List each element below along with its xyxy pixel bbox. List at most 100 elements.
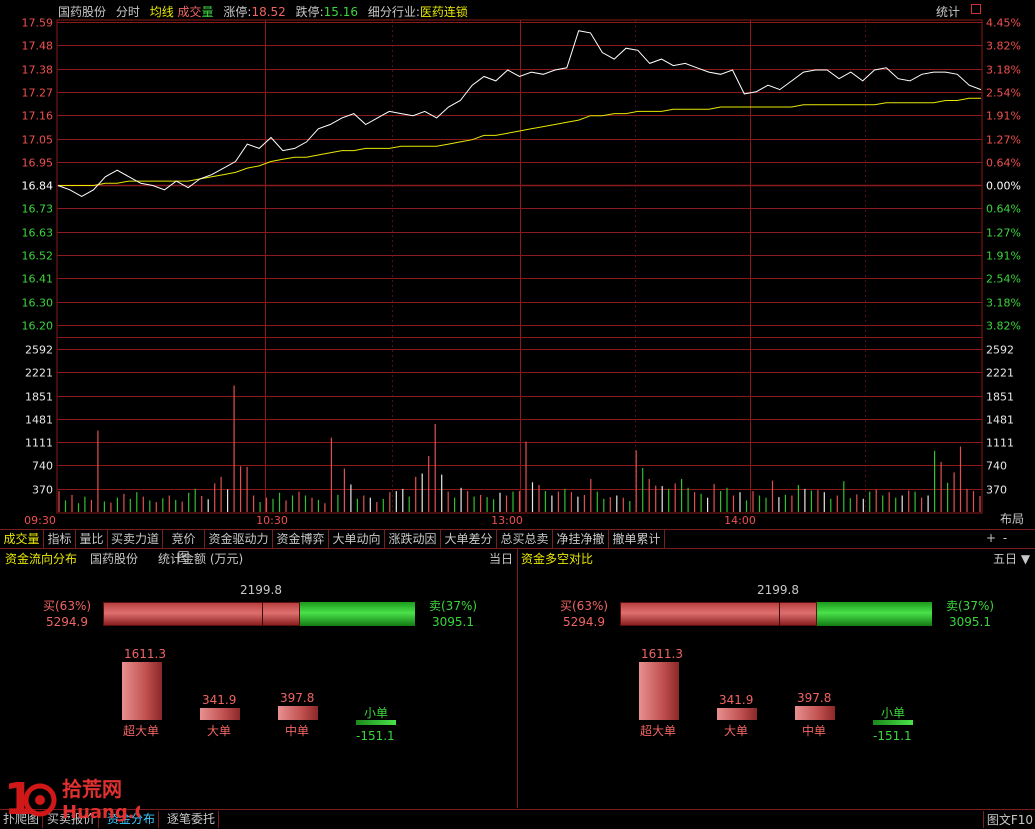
- price-tick-label: 16.20: [22, 320, 54, 333]
- fund-bar-2: [278, 706, 318, 720]
- mode-label[interactable]: 分时: [116, 5, 140, 19]
- volume-tick-label: 1111: [25, 437, 53, 450]
- buy-label: 买(63%): [43, 599, 92, 613]
- fund-bar-label: 中单: [285, 724, 310, 738]
- pct-tick-label: 1.91%: [986, 110, 1021, 123]
- tab-7[interactable]: 大单动向: [329, 530, 385, 548]
- fund-bar-label: 小单: [881, 706, 906, 720]
- tab-2[interactable]: 量比: [76, 530, 108, 548]
- bar-divider: [779, 602, 780, 626]
- fund-bar-value: 341.9: [202, 693, 237, 707]
- sell-bar: [300, 602, 415, 626]
- fund-bar-2: [795, 706, 835, 720]
- pct-tick-label: 2.54%: [986, 273, 1021, 286]
- volume-tick-label: 2221: [986, 367, 1014, 380]
- sell-value: 3095.1: [949, 615, 991, 629]
- panel-title[interactable]: 资金流向分布: [5, 550, 77, 567]
- zoom-buttons: + -: [984, 529, 1012, 547]
- fund-bar-value: 397.8: [797, 691, 832, 705]
- avg-price-line: [58, 97, 981, 186]
- fund-bar-value: -151.1: [873, 729, 912, 743]
- tab-12[interactable]: 撤单累计: [609, 530, 665, 548]
- price-tick-label: 17.38: [22, 64, 54, 77]
- tab-9[interactable]: 大单差分: [441, 530, 497, 548]
- fund-bar-0: [639, 662, 679, 720]
- tab-6[interactable]: 资金博弈: [273, 530, 329, 548]
- buy-value: 5294.9: [46, 615, 88, 629]
- time-tick-label: 13:00: [491, 514, 523, 527]
- chart-header: 国药股份 分时 均线 成交量 涨停:18.52 跌停:15.16 细分行业:医药…: [58, 3, 474, 19]
- panel-unit: 统计金额 (万元): [158, 552, 244, 566]
- tab-3[interactable]: 买卖力道: [108, 530, 163, 548]
- volume-tick-label: 1111: [986, 437, 1014, 450]
- panel-title[interactable]: 资金多空对比: [521, 550, 593, 567]
- fund-bar-value: 341.9: [719, 693, 754, 707]
- zoom-out-button[interactable]: -: [998, 529, 1012, 547]
- pct-tick-label: 4.45%: [986, 17, 1021, 30]
- price-tick-label: 17.48: [22, 40, 54, 53]
- volume-tick-label: 740: [986, 460, 1007, 473]
- limit-down-value: 15.16: [323, 5, 359, 19]
- period-five-day: 五日: [993, 552, 1018, 566]
- buy-bar: [620, 602, 817, 626]
- price-tick-label: 16.63: [22, 227, 54, 240]
- volume-tick-label: 370: [986, 484, 1007, 497]
- net-value: 2199.8: [240, 583, 282, 597]
- period-today[interactable]: 当日: [489, 550, 513, 567]
- time-tick-label: 09:30: [24, 514, 56, 527]
- tab-8[interactable]: 涨跌动因: [385, 530, 441, 548]
- fund-bar-label: 大单: [724, 724, 749, 738]
- volume-tick-label: 2592: [986, 344, 1014, 357]
- tab-5[interactable]: 资金驱动力: [205, 530, 273, 548]
- industry-label: 细分行业:: [367, 5, 420, 19]
- period-select[interactable]: 五日 ▼: [993, 550, 1030, 567]
- price-tick-label: 16.52: [22, 250, 54, 263]
- fund-compare-panel: 资金多空对比 五日 ▼ 买(63%) 5294.9 卖(37%) 3095.1 2199…: [517, 548, 1035, 808]
- stats-button[interactable]: 统计: [936, 3, 960, 20]
- sell-value: 3095.1: [432, 615, 474, 629]
- tab-10[interactable]: 总买总卖: [497, 530, 553, 548]
- zoom-in-button[interactable]: +: [984, 529, 998, 547]
- svg-text:1: 1: [4, 774, 35, 822]
- bottom-tab-3[interactable]: 逐笔委托: [164, 811, 220, 828]
- tab-0[interactable]: 成交量: [0, 530, 44, 548]
- fund-bar-label: 超大单: [640, 724, 677, 738]
- tab-1[interactable]: 指标: [44, 530, 76, 548]
- panel-stock: 国药股份: [90, 552, 139, 566]
- volume-tick-label: 740: [32, 460, 53, 473]
- chart-mode-button[interactable]: 图文F10: [982, 811, 1033, 828]
- bottom-tab-bar: 图文F10 扑爬图 买卖报价 资金分布 逐笔委托: [0, 809, 1035, 829]
- fund-bar-value: -151.1: [356, 729, 395, 743]
- fund-bar-value: 1611.3: [124, 647, 166, 661]
- pct-tick-label: 3.18%: [986, 64, 1021, 77]
- window-box-icon[interactable]: [971, 4, 981, 14]
- limit-up-label: 涨停:: [223, 5, 252, 19]
- sell-bar: [817, 602, 932, 626]
- chart-area[interactable]: 17.59 4.45% 17.48 3.82% 17.38 3.18% 17.27 2.54%…: [0, 0, 1035, 528]
- fund-bar-value: 1611.3: [641, 647, 683, 661]
- time-tick-label: 14:00: [724, 514, 756, 527]
- price-tick-label: 16.84: [22, 180, 54, 193]
- buy-value: 5294.9: [563, 615, 605, 629]
- fund-bar-label: 超大单: [123, 724, 160, 738]
- price-tick-label: 16.30: [22, 297, 54, 310]
- limit-up-value: 18.52: [251, 5, 286, 19]
- limit-down-label: 跌停:: [295, 5, 324, 19]
- pct-tick-label: 0.64%: [986, 157, 1021, 170]
- price-tick-label: 16.73: [22, 203, 54, 216]
- chevron-down-icon: ▼: [1020, 552, 1031, 566]
- volume-tick-label: 1851: [25, 391, 53, 404]
- tab-4[interactable]: 竞价图: [163, 530, 205, 564]
- buy-label: 买(63%): [560, 599, 609, 613]
- indicator-tab-bar: 成交量 指标 量比 买卖力道 竞价图 资金驱动力 资金博弈 大单动向 涨跌动因 大单差分 总买总卖净…: [0, 529, 1035, 564]
- layout-button[interactable]: 布局: [990, 511, 1034, 528]
- stock-name: 国药股份: [58, 5, 107, 19]
- sell-label: 卖(37%): [429, 599, 478, 613]
- tab-11[interactable]: 净挂净撤: [553, 530, 609, 548]
- fund-bar-0: [122, 662, 162, 720]
- pct-tick-label: 1.91%: [986, 250, 1021, 263]
- industry-value[interactable]: 医药连锁: [420, 5, 468, 19]
- volume-tick-label: 1851: [986, 391, 1014, 404]
- svg-text:拾荒网: 拾荒网: [62, 777, 122, 801]
- fund-bar-value: 397.8: [280, 691, 315, 705]
